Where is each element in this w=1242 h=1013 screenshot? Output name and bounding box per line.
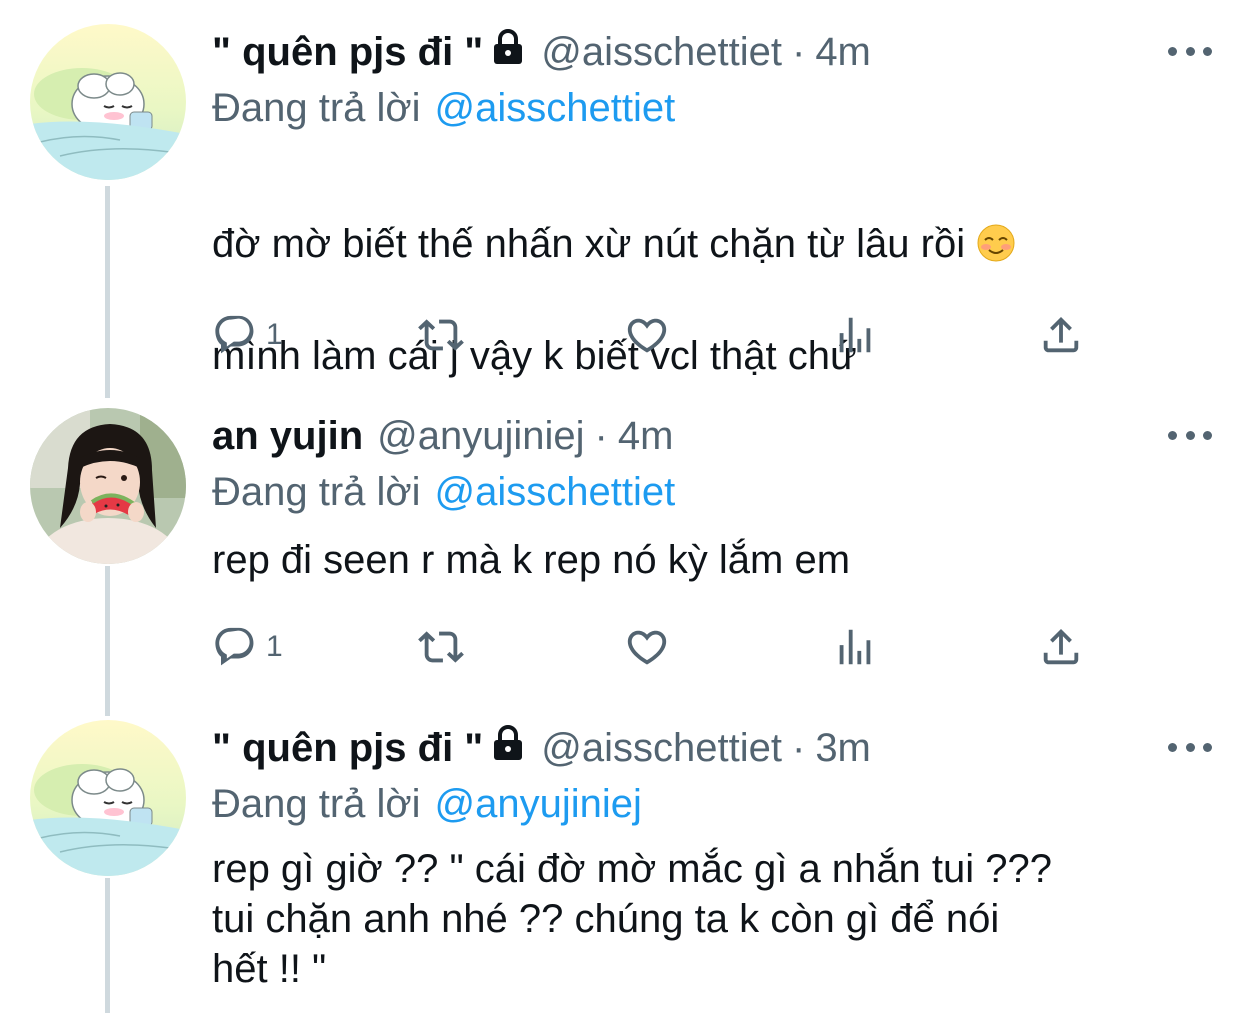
smiling-blush-emoji bbox=[976, 222, 1016, 262]
timestamp[interactable]: 3m bbox=[815, 726, 871, 771]
views-icon bbox=[839, 629, 871, 665]
reply-icon bbox=[215, 315, 254, 354]
display-name[interactable]: " quên pjs đi " bbox=[212, 726, 483, 771]
timestamp[interactable]: 4m bbox=[815, 30, 871, 75]
more-icon[interactable] bbox=[1168, 732, 1212, 762]
tweet-text: rep gì giờ ?? " cái đờ mờ mắc gì a nhắn … bbox=[212, 847, 1052, 991]
more-icon[interactable] bbox=[1168, 420, 1212, 450]
tweet-header: " quên pjs đi " @aisschettiet · 3m bbox=[212, 720, 871, 776]
like-icon bbox=[627, 630, 667, 665]
separator: · bbox=[791, 29, 806, 74]
separator: · bbox=[791, 725, 806, 770]
share-icon bbox=[1043, 316, 1079, 353]
share-button[interactable] bbox=[1038, 622, 1084, 672]
retweet-icon bbox=[418, 319, 464, 351]
avatar[interactable] bbox=[30, 24, 186, 180]
display-name[interactable]: " quên pjs đi " bbox=[212, 30, 483, 75]
display-name[interactable]: an yujin bbox=[212, 414, 363, 459]
reply-button[interactable]: 1 bbox=[212, 310, 283, 360]
replying-to-label: Đang trả lời bbox=[212, 469, 421, 514]
reply-mention-link[interactable]: @aisschettiet bbox=[435, 470, 676, 515]
like-button[interactable] bbox=[624, 310, 670, 360]
avatar[interactable] bbox=[30, 720, 186, 876]
reply-count: 1 bbox=[266, 630, 283, 663]
retweet-button[interactable] bbox=[418, 310, 464, 360]
lock-icon bbox=[491, 28, 525, 76]
timestamp[interactable]: 4m bbox=[618, 414, 674, 459]
tweet-header: " quên pjs đi " @aisschettiet · 4m bbox=[212, 24, 871, 80]
replying-to: Đang trả lời @aisschettiet bbox=[212, 80, 675, 136]
like-icon bbox=[627, 318, 667, 353]
handle[interactable]: @aisschettiet bbox=[541, 726, 782, 771]
handle[interactable]: @aisschettiet bbox=[541, 30, 782, 75]
tweet-text: đờ mờ biết thế nhấn xừ nút chặn từ lâu r… bbox=[212, 160, 1192, 440]
replying-to: Đang trả lời @anyujiniej bbox=[212, 776, 642, 832]
tweet-text: rep đi seen r mà k rep nó kỳ lắm em bbox=[212, 538, 851, 582]
views-button[interactable] bbox=[832, 622, 878, 672]
reply-count: 1 bbox=[266, 318, 283, 351]
share-button[interactable] bbox=[1038, 310, 1084, 360]
more-icon[interactable] bbox=[1168, 36, 1212, 66]
reply-mention-link[interactable]: @anyujiniej bbox=[435, 782, 642, 827]
avatar-image bbox=[30, 720, 186, 876]
retweet-button[interactable] bbox=[418, 622, 464, 672]
reply-button[interactable]: 1 bbox=[212, 622, 283, 672]
reply-mention-link[interactable]: @aisschettiet bbox=[435, 86, 676, 131]
tweet-text-line: đờ mờ biết thế nhấn xừ nút chặn từ lâu r… bbox=[212, 222, 966, 266]
replying-to: Đang trả lời @aisschettiet bbox=[212, 464, 675, 520]
views-button[interactable] bbox=[832, 310, 878, 360]
like-button[interactable] bbox=[624, 622, 670, 672]
avatar-image bbox=[30, 24, 186, 180]
views-icon bbox=[839, 317, 871, 353]
tweet[interactable]: " quên pjs đi " @aisschettiet · 3m Đang … bbox=[0, 720, 1242, 1013]
avatar-image bbox=[30, 408, 186, 564]
tweet[interactable]: " quên pjs đi " @aisschettiet · 4m Đang … bbox=[0, 24, 1242, 384]
tweet[interactable]: an yujin @anyujiniej · 4m Đang trả lời @… bbox=[0, 408, 1242, 698]
retweet-icon bbox=[418, 631, 464, 663]
share-icon bbox=[1043, 628, 1079, 665]
handle[interactable]: @anyujiniej bbox=[377, 414, 584, 459]
action-bar: 1 bbox=[212, 622, 1112, 672]
replying-to-label: Đang trả lời bbox=[212, 781, 421, 826]
avatar[interactable] bbox=[30, 408, 186, 564]
reply-icon bbox=[215, 627, 254, 666]
tweet-header: an yujin @anyujiniej · 4m bbox=[212, 408, 673, 464]
replying-to-label: Đang trả lời bbox=[212, 85, 421, 130]
lock-icon bbox=[491, 724, 525, 772]
action-bar: 1 bbox=[212, 310, 1112, 360]
separator: · bbox=[594, 413, 608, 458]
